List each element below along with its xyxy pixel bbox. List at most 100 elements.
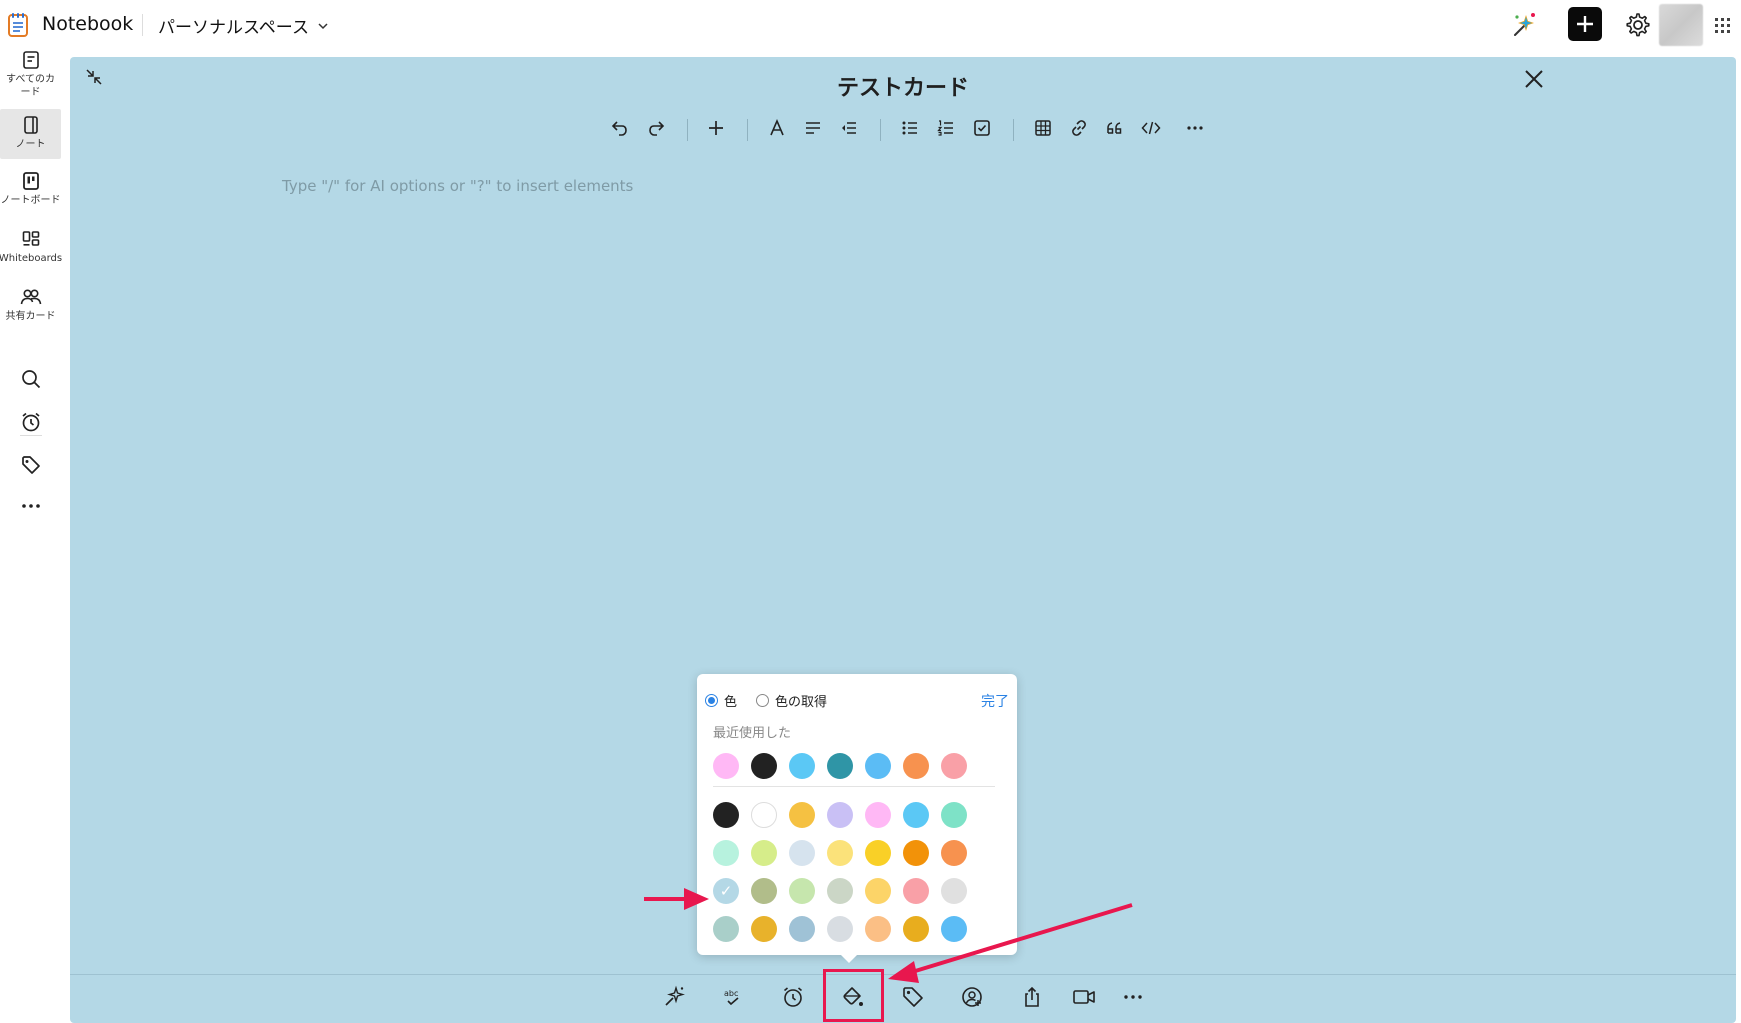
space-selector[interactable]: パーソナルスペース — [158, 13, 329, 38]
color-swatch[interactable] — [713, 840, 739, 866]
ai-sparkle-icon — [1514, 13, 1535, 36]
recent-color-swatch[interactable] — [713, 753, 739, 779]
color-swatch[interactable] — [789, 840, 815, 866]
sidebar-item-label: すべてのカード — [6, 74, 55, 98]
sidebar-item-shared-cards[interactable]: 共有カード — [0, 287, 61, 337]
ai-button[interactable] — [662, 985, 686, 1013]
insert-button[interactable] — [706, 118, 726, 142]
color-swatch[interactable] — [903, 840, 929, 866]
color-swatch[interactable] — [789, 916, 815, 942]
sidebar-item-label: 共有カード — [5, 311, 56, 322]
recent-color-swatch[interactable] — [941, 753, 967, 779]
color-swatch[interactable] — [941, 840, 967, 866]
color-swatch[interactable] — [827, 878, 853, 904]
code-button[interactable] — [1141, 118, 1161, 142]
more-options-button[interactable] — [1121, 985, 1145, 1013]
sidebar-tags-button[interactable] — [0, 454, 61, 484]
ai-assistant-button[interactable] — [1505, 7, 1541, 43]
color-swatch[interactable] — [941, 916, 967, 942]
sidebar-search-button[interactable] — [0, 368, 61, 398]
color-swatch[interactable] — [789, 878, 815, 904]
editor-placeholder[interactable]: Type "/" for AI options or "?" to insert… — [282, 177, 633, 195]
collaborator-button[interactable] — [960, 985, 984, 1013]
color-swatch[interactable] — [865, 840, 891, 866]
share-button[interactable] — [1020, 985, 1044, 1013]
sidebar-item-whiteboards[interactable]: Whiteboards — [0, 229, 62, 279]
spellcheck-button[interactable]: abc — [721, 985, 745, 1013]
color-mode-radio[interactable]: 色 — [705, 691, 737, 710]
recent-color-swatch[interactable] — [827, 753, 853, 779]
video-button[interactable] — [1071, 985, 1097, 1013]
space-name: パーソナルスペース — [158, 18, 309, 38]
more-format-button[interactable] — [1185, 118, 1205, 142]
eyedropper-mode-radio[interactable]: 色の取得 — [756, 691, 827, 710]
reminder-button[interactable] — [781, 985, 805, 1013]
undo-button[interactable] — [610, 118, 630, 142]
done-button[interactable]: 完了 — [981, 691, 1009, 711]
new-card-button[interactable] — [1568, 7, 1602, 41]
color-swatch[interactable] — [827, 802, 853, 828]
tag-icon — [21, 456, 40, 474]
color-swatch[interactable] — [903, 878, 929, 904]
color-swatch[interactable] — [751, 840, 777, 866]
sidebar-item-noteboard[interactable]: ノートボード — [0, 171, 61, 221]
color-swatch[interactable] — [751, 916, 777, 942]
link-button[interactable] — [1069, 118, 1089, 142]
redo-button[interactable] — [646, 118, 666, 142]
color-swatch[interactable] — [941, 802, 967, 828]
color-swatch[interactable] — [751, 878, 777, 904]
settings-button[interactable] — [1620, 7, 1656, 43]
color-swatch[interactable] — [865, 916, 891, 942]
svg-text:abc: abc — [724, 989, 738, 998]
color-swatch[interactable] — [827, 916, 853, 942]
color-swatch[interactable] — [865, 878, 891, 904]
popover-arrow — [839, 953, 859, 963]
insert-icon — [709, 121, 723, 135]
noteboard-icon — [22, 172, 39, 190]
quote-button[interactable] — [1105, 118, 1125, 142]
all-cards-icon — [22, 51, 39, 69]
outdent-button[interactable] — [839, 118, 859, 142]
color-swatch[interactable] — [713, 916, 739, 942]
selected-color-swatch[interactable]: ✓ — [713, 878, 739, 904]
notebook-logo-icon — [6, 12, 30, 38]
tag-button[interactable] — [901, 985, 925, 1013]
reminder-icon — [21, 412, 40, 432]
recent-color-swatch[interactable] — [751, 753, 777, 779]
top-bar: Notebook パーソナルスペース — [0, 0, 1741, 50]
sidebar-item-all-cards[interactable]: すべてのカード — [0, 50, 61, 100]
table-button[interactable] — [1033, 118, 1053, 142]
link-icon — [1072, 120, 1086, 136]
bullet-list-button[interactable] — [900, 118, 920, 142]
color-swatch[interactable] — [789, 802, 815, 828]
align-button[interactable] — [803, 118, 823, 142]
color-swatch[interactable] — [903, 802, 929, 828]
sidebar-more-button[interactable] — [0, 496, 61, 516]
sidebar-reminders-button[interactable] — [0, 411, 61, 441]
card-title[interactable]: テストカード — [70, 70, 1736, 102]
bottom-divider — [70, 974, 1736, 975]
apps-menu-button[interactable] — [1710, 7, 1736, 43]
recent-color-swatch[interactable] — [903, 753, 929, 779]
color-swatch[interactable] — [941, 878, 967, 904]
checklist-button[interactable] — [972, 118, 992, 142]
sidebar-item-label: ノートボード — [0, 195, 61, 206]
font-icon — [770, 118, 784, 136]
checklist-icon — [974, 120, 990, 136]
sidebar-item-notes[interactable]: ノート — [0, 109, 61, 159]
color-swatch[interactable] — [827, 840, 853, 866]
table-icon — [1035, 120, 1051, 136]
color-swatch[interactable] — [713, 802, 739, 828]
tag-icon — [903, 987, 923, 1007]
people-icon — [20, 289, 41, 305]
avatar[interactable] — [1659, 4, 1703, 46]
numbered-list-button[interactable] — [936, 118, 956, 142]
color-swatch[interactable] — [865, 802, 891, 828]
recent-color-swatch[interactable] — [865, 753, 891, 779]
color-swatch[interactable] — [751, 802, 777, 828]
quote-icon — [1107, 122, 1122, 134]
close-button[interactable] — [1522, 67, 1546, 95]
font-style-button[interactable] — [767, 118, 787, 142]
color-swatch[interactable] — [903, 916, 929, 942]
recent-color-swatch[interactable] — [789, 753, 815, 779]
